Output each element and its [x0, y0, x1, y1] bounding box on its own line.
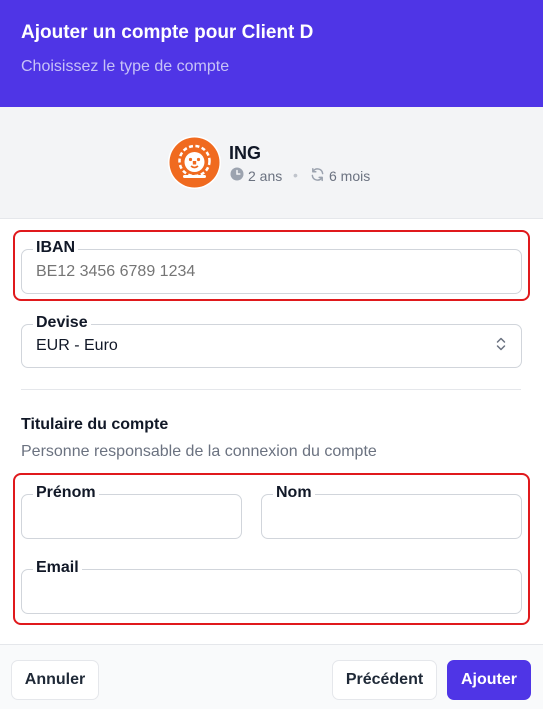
- modal-footer: Annuler Précédent Ajouter: [0, 644, 543, 709]
- bank-name: ING: [229, 143, 262, 163]
- meta-separator: •: [293, 167, 298, 183]
- last-name-label: Nom: [273, 483, 315, 503]
- ing-lion-logo: [168, 136, 221, 189]
- modal-header: Ajouter un compte pour Client D Choisiss…: [0, 0, 543, 107]
- refresh-icon: [310, 167, 325, 185]
- account-age-text: 2 ans: [248, 167, 283, 184]
- holder-section-subtitle: Personne responsable de la connexion du …: [21, 443, 377, 460]
- modal-title: Ajouter un compte pour Client D: [21, 22, 314, 43]
- email-input[interactable]: [21, 569, 522, 614]
- currency-select[interactable]: EUR - Euro: [21, 324, 522, 368]
- currency-selected-value: EUR - Euro: [36, 337, 118, 354]
- chevron-up-down-icon: [495, 336, 507, 357]
- holder-section-title: Titulaire du compte: [21, 416, 169, 433]
- bank-summary: ING 2 ans • 6 mois: [0, 107, 543, 219]
- account-age: 2 ans: [230, 167, 282, 184]
- currency-label: Devise: [33, 313, 91, 333]
- submit-button[interactable]: Ajouter: [447, 660, 531, 700]
- modal-subtitle: Choisissez le type de compte: [21, 58, 230, 75]
- email-label: Email: [33, 558, 82, 578]
- clock-icon: [230, 167, 244, 184]
- iban-label: IBAN: [33, 238, 79, 258]
- sync-interval-text: 6 mois: [329, 168, 371, 184]
- cancel-button[interactable]: Annuler: [11, 660, 99, 700]
- previous-button[interactable]: Précédent: [332, 660, 437, 700]
- section-divider: [21, 389, 521, 390]
- sync-interval: 6 mois: [310, 167, 370, 185]
- first-name-label: Prénom: [33, 483, 99, 503]
- iban-input[interactable]: [21, 249, 522, 294]
